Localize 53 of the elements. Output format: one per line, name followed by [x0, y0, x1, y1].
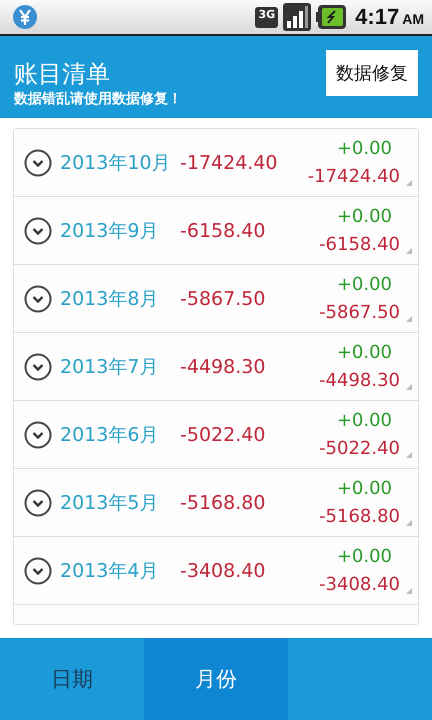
corner-mark — [406, 588, 412, 594]
month-label: 2013年5月 — [60, 490, 160, 516]
month-label: 2013年7月 — [60, 354, 160, 380]
expense-amount: -5022.40 — [319, 436, 400, 460]
income-amount: +0.00 — [336, 136, 392, 160]
income-amount: +0.00 — [336, 476, 392, 500]
month-total: -4498.30 — [180, 356, 266, 378]
month-total: -5168.80 — [180, 492, 266, 514]
month-total: -5022.40 — [180, 424, 266, 446]
month-total: -3408.40 — [180, 560, 266, 582]
tab[interactable]: 月份 — [144, 638, 288, 720]
month-row[interactable]: 2013年10月 -17424.40 +0.00 -17424.40 — [14, 129, 418, 197]
corner-mark — [406, 520, 412, 526]
month-total: -17424.40 — [180, 152, 279, 174]
hint-text: 数据错乱请使用数据修复！ — [14, 90, 183, 109]
corner-mark — [406, 316, 412, 322]
expense-amount: -17424.40 — [308, 164, 400, 188]
income-amount: +0.00 — [336, 340, 392, 364]
expand-icon[interactable] — [24, 488, 52, 516]
battery-icon — [316, 5, 346, 29]
month-total: -5867.50 — [180, 288, 266, 310]
income-amount: +0.00 — [336, 544, 392, 568]
expand-icon[interactable] — [24, 216, 52, 244]
income-amount: +0.00 — [336, 204, 392, 228]
expense-amount: -4498.30 — [319, 368, 400, 392]
month-label: 2013年8月 — [60, 286, 160, 312]
corner-mark — [406, 248, 412, 254]
network-icon: 3G — [255, 6, 278, 28]
month-total: -6158.40 — [180, 220, 266, 242]
expense-amount: -5867.50 — [319, 300, 400, 324]
expand-icon[interactable] — [24, 148, 52, 176]
screen-title: 账目清单 — [14, 59, 111, 89]
month-label: 2013年9月 — [60, 218, 160, 244]
month-label: 2013年10月 — [60, 150, 172, 176]
income-amount: +0.00 — [336, 408, 392, 432]
expand-icon[interactable] — [24, 420, 52, 448]
corner-mark — [406, 452, 412, 458]
expand-icon[interactable] — [24, 556, 52, 584]
expense-amount: -5168.80 — [319, 504, 400, 528]
expense-amount: -6158.40 — [319, 232, 400, 256]
corner-mark — [406, 180, 412, 186]
clock: 4:17 AM — [355, 4, 424, 30]
expand-icon[interactable] — [24, 284, 52, 312]
expense-amount: -3408.40 — [319, 572, 400, 596]
yen-icon — [12, 4, 38, 30]
repair-button[interactable]: 数据修复 — [326, 50, 418, 96]
signal-icon — [283, 3, 312, 31]
corner-mark — [406, 384, 412, 390]
expand-icon[interactable] — [24, 352, 52, 380]
month-label: 2013年4月 — [60, 558, 160, 584]
income-amount: +0.00 — [336, 272, 392, 296]
tab[interactable]: 日期 — [0, 638, 144, 720]
month-label: 2013年6月 — [60, 422, 160, 448]
